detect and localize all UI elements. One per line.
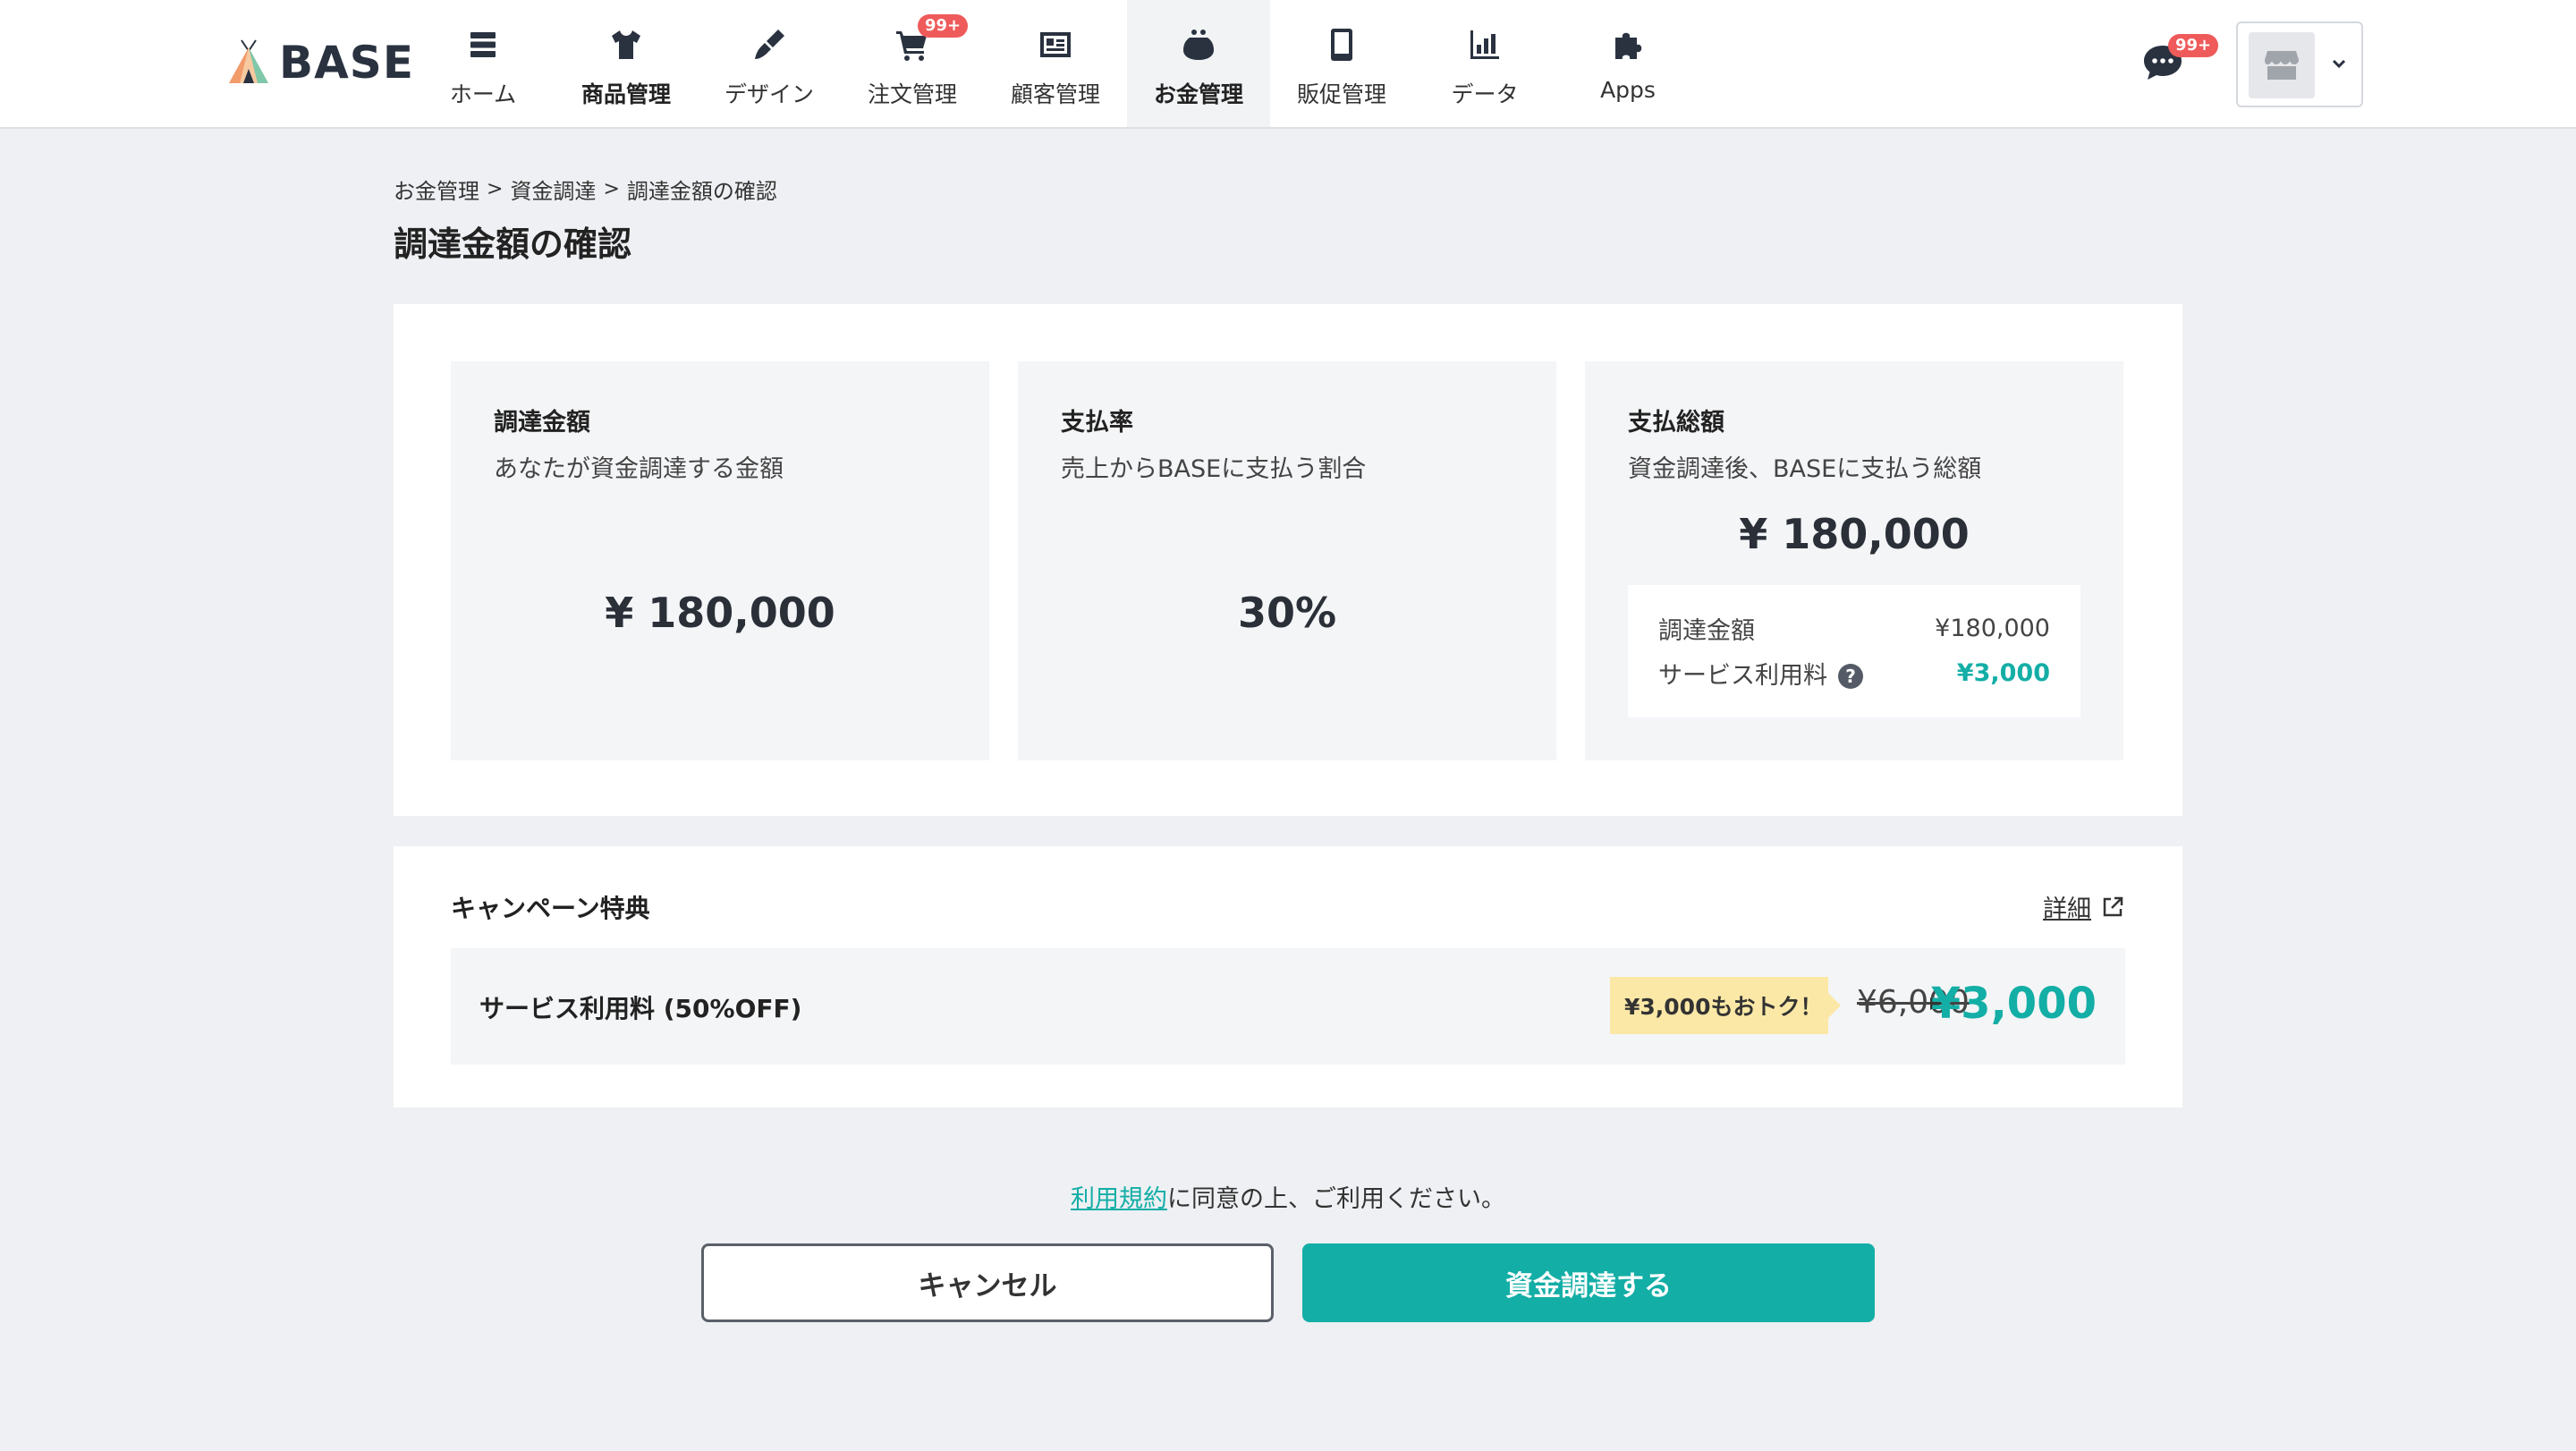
- top-header: BASE ホーム 商品管理 デザイン 注文管理 99+ 顧客管理 お金管理 販促…: [0, 0, 2576, 129]
- breadcrumb-item-money[interactable]: お金管理: [394, 174, 479, 205]
- total-payment-desc: 資金調達後、BASEに支払う総額: [1628, 455, 1982, 483]
- breakdown-fee-label-wrap: サービス利用料?: [1658, 656, 1863, 691]
- nav-item-products[interactable]: 商品管理: [555, 0, 698, 127]
- funding-amount-box: 調達金額 あなたが資金調達する金額 ¥ 180,000: [451, 361, 989, 760]
- bar-chart-icon: [1465, 25, 1504, 64]
- nav-item-customers[interactable]: 顧客管理: [984, 0, 1127, 127]
- terms-agreement-text: に同意の上、ご利用ください。: [1167, 1185, 1505, 1213]
- purse-icon: [1179, 25, 1218, 64]
- breakdown-fee-label: サービス利用料: [1658, 661, 1827, 690]
- funding-amount-desc: あなたが資金調達する金額: [494, 455, 784, 483]
- terms-agreement: 利用規約に同意の上、ご利用ください。: [0, 1179, 2576, 1214]
- nav-label: Apps: [1600, 77, 1656, 103]
- summary-card: 調達金額 あなたが資金調達する金額 ¥ 180,000 支払率 売上からBASE…: [394, 304, 2182, 816]
- nav-item-design[interactable]: デザイン: [698, 0, 841, 127]
- messages-count-badge: 99+: [2168, 34, 2219, 57]
- new-price: ¥3,000: [1930, 979, 2097, 1029]
- breakdown-funding-value: ¥180,000: [1935, 614, 2050, 642]
- home-list-icon: [463, 25, 503, 64]
- terms-link[interactable]: 利用規約: [1071, 1185, 1167, 1213]
- orders-count-badge: 99+: [918, 14, 969, 38]
- page-title: 調達金額の確認: [394, 225, 632, 264]
- total-payment-box: 支払総額 資金調達後、BASEに支払う総額 ¥ 180,000 調達金額 ¥18…: [1585, 361, 2123, 760]
- breadcrumb-separator: >: [603, 178, 620, 200]
- campaign-card: キャンペーン特典 詳細 サービス利用料 (50%OFF) ¥3,000もおトク！…: [394, 846, 2182, 1107]
- external-link-icon: [2103, 896, 2123, 916]
- brand-name: BASE: [279, 37, 414, 89]
- funding-amount-title: 調達金額: [494, 409, 590, 437]
- base-logo[interactable]: BASE: [227, 34, 414, 91]
- chevron-down-icon: [2329, 54, 2349, 77]
- breakdown-row-fee: サービス利用料? ¥3,000: [1658, 655, 2050, 691]
- payment-rate-desc: 売上からBASEに支払う割合: [1061, 455, 1367, 483]
- shop-avatar: [2249, 32, 2315, 98]
- nav-label: ホーム: [449, 81, 517, 107]
- breadcrumb: お金管理 > 資金調達 > 調達金額の確認: [394, 174, 777, 205]
- breakdown-fee-value: ¥3,000: [1956, 658, 2050, 687]
- breadcrumb-separator: >: [487, 178, 504, 200]
- campaign-row: サービス利用料 (50%OFF) ¥3,000もおトク！ ¥6,000 ¥3,0…: [451, 948, 2125, 1065]
- total-breakdown: 調達金額 ¥180,000 サービス利用料? ¥3,000: [1628, 585, 2080, 717]
- campaign-row-label: サービス利用料 (50%OFF): [479, 994, 802, 1023]
- savings-tag: ¥3,000もおトク！: [1610, 977, 1841, 1034]
- puzzle-icon: [1608, 25, 1648, 64]
- nav-label: 顧客管理: [1010, 81, 1100, 107]
- nav-item-apps[interactable]: Apps: [1556, 0, 1699, 127]
- tshirt-icon: [606, 25, 646, 64]
- smartphone-icon: [1322, 25, 1361, 64]
- shop-menu-button[interactable]: [2236, 21, 2363, 107]
- storefront-icon: [2265, 51, 2299, 80]
- nav-label: 商品管理: [580, 81, 671, 107]
- nav-label: お金管理: [1153, 81, 1243, 107]
- nav-item-orders[interactable]: 注文管理 99+: [841, 0, 984, 127]
- nav-item-promotion[interactable]: 販促管理: [1270, 0, 1413, 127]
- payment-rate-title: 支払率: [1061, 409, 1133, 437]
- paintbrush-icon: [750, 25, 789, 64]
- breakdown-row-funding: 調達金額 ¥180,000: [1658, 610, 2050, 646]
- campaign-detail-label: 詳細: [2043, 895, 2091, 923]
- help-icon[interactable]: ?: [1838, 664, 1863, 689]
- campaign-detail-link[interactable]: 詳細: [2043, 889, 2125, 924]
- main-nav: ホーム 商品管理 デザイン 注文管理 99+ 顧客管理 お金管理 販促管理 デー…: [411, 0, 1699, 127]
- nav-item-home[interactable]: ホーム: [411, 0, 555, 127]
- total-payment-value: ¥ 180,000: [1739, 510, 1970, 558]
- breadcrumb-item-funding[interactable]: 資金調達: [510, 174, 596, 205]
- nav-item-money[interactable]: お金管理: [1127, 0, 1270, 127]
- breakdown-funding-label: 調達金額: [1658, 616, 1755, 645]
- nav-label: 注文管理: [867, 81, 957, 107]
- customer-card-icon: [1036, 25, 1075, 64]
- payment-rate-value: 30%: [1237, 589, 1337, 637]
- raise-funds-button[interactable]: 資金調達する: [1302, 1243, 1875, 1322]
- payment-rate-box: 支払率 売上からBASEに支払う割合 30%: [1018, 361, 1556, 760]
- messages-button[interactable]: 99+: [2141, 34, 2219, 88]
- teepee-icon: [229, 39, 268, 83]
- nav-label: データ: [1451, 81, 1519, 107]
- nav-label: 販促管理: [1296, 81, 1386, 107]
- breadcrumb-item-current: 調達金額の確認: [626, 179, 777, 204]
- cancel-button[interactable]: キャンセル: [701, 1243, 1274, 1322]
- nav-label: デザイン: [724, 81, 814, 107]
- campaign-title: キャンペーン特典: [451, 894, 650, 923]
- nav-item-data[interactable]: データ: [1413, 0, 1556, 127]
- total-payment-title: 支払総額: [1628, 409, 1724, 437]
- funding-amount-value: ¥ 180,000: [605, 589, 835, 637]
